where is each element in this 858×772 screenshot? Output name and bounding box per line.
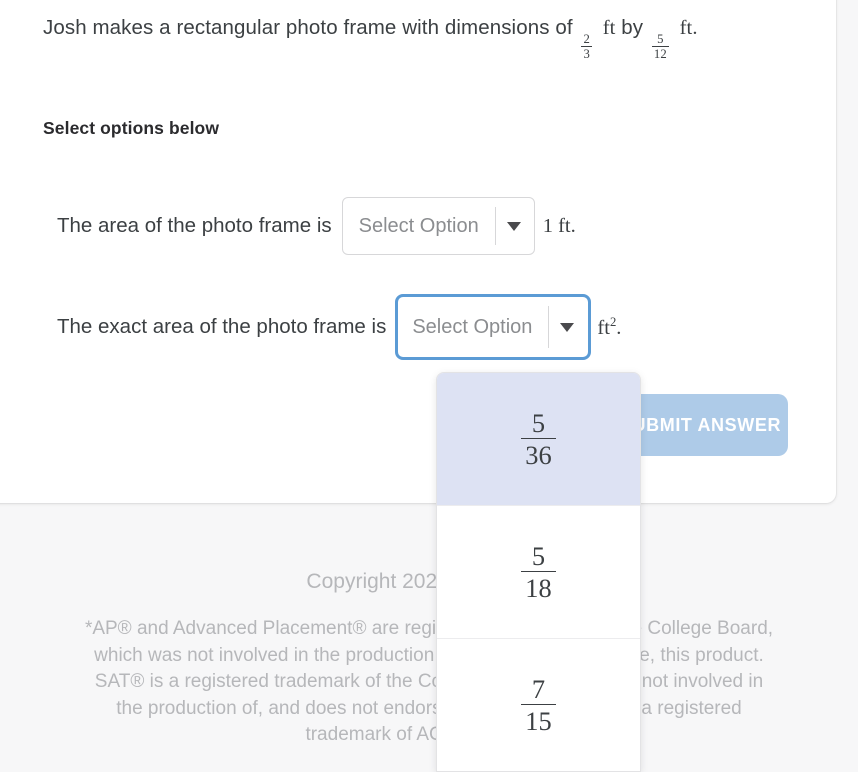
fraction-numerator: 7 [531,673,546,704]
stem-text-before: Josh makes a rectangular photo frame wit… [43,16,573,39]
fraction-denominator: 15 [521,704,556,734]
copyright-text: Copyright 2021 Learnosity [306,570,552,593]
select-2-value: Select Option [412,315,533,338]
chevron-down-icon[interactable] [496,221,532,231]
fraction-seven-fifteenths: 7 15 [521,673,556,735]
select-1-value: Select Option [358,214,479,237]
fraction-numerator: 5 [531,407,546,438]
row-2-label: The exact area of the photo frame is [57,315,387,338]
fraction-five-twelfths: 5 12 [651,31,669,62]
unit-ft-1: ft [602,17,616,39]
row-1-suffix: 1 ft. [542,214,576,237]
question-stem: Josh makes a rectangular photo frame wit… [43,16,698,61]
fraction-numerator: 2 [583,31,590,46]
chevron-down-icon[interactable] [549,322,585,332]
row-2-unit: ft [597,316,610,339]
select-option-dropdown-2[interactable]: Select Option [395,294,592,360]
trademark-disclaimer: *AP® and Advanced Placement® are registe… [84,618,774,745]
dropdown-option-1[interactable]: 5 36 [437,373,640,506]
answer-row-1: The area of the photo frame is Select Op… [57,196,576,256]
fraction-five-eighteenths: 5 18 [521,540,556,602]
stem-text-middle: by [621,16,644,39]
fraction-numerator: 5 [657,31,664,46]
fraction-denominator: 12 [651,46,669,62]
dropdown-option-3[interactable]: 7 15 [437,639,640,771]
fraction-denominator: 3 [581,46,592,62]
fraction-numerator: 5 [531,540,546,571]
answer-row-2: The exact area of the photo frame is Sel… [57,293,621,361]
page-footer: Copyright 2021 Learnosity *AP® and Advan… [0,508,858,745]
dropdown-option-2[interactable]: 5 18 [437,506,640,639]
fraction-five-thirtysixths: 5 36 [521,407,556,469]
row-2-suffix: ft2. [597,315,621,340]
select-option-dropdown-1[interactable]: Select Option [341,197,535,255]
row-1-label: The area of the photo frame is [57,214,332,237]
section-label: Select options below [43,118,220,138]
row-2-period: . [616,316,622,339]
fraction-denominator: 36 [521,438,556,468]
select-options-menu[interactable]: 5 36 5 18 7 15 [436,372,641,772]
fraction-two-thirds: 2 3 [581,31,592,62]
unit-ft-2: ft. [679,17,698,39]
fraction-denominator: 18 [521,571,556,601]
